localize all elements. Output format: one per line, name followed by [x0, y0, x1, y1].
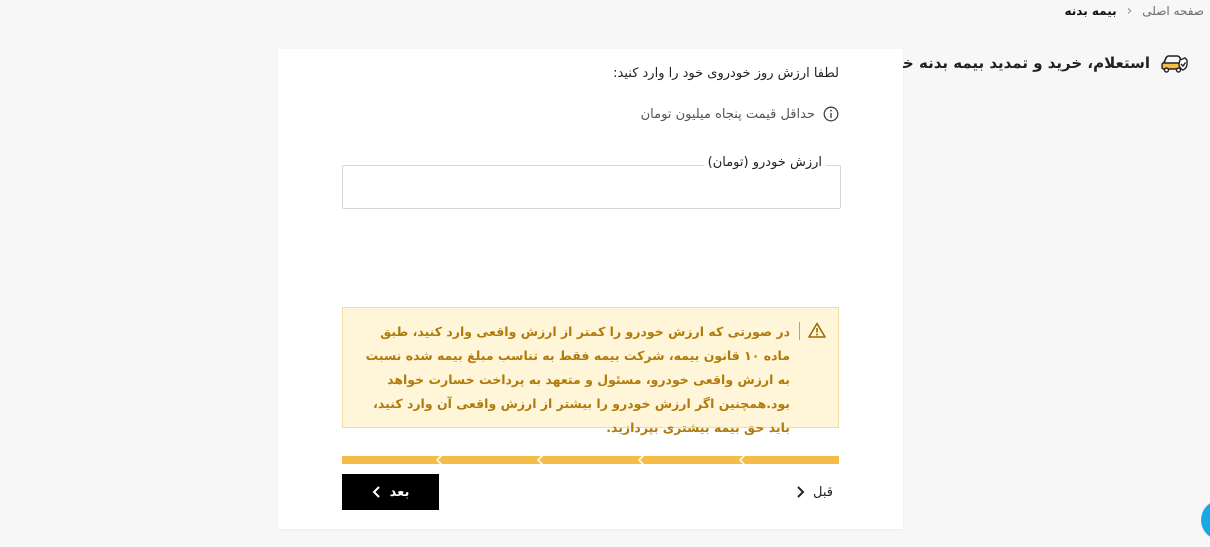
breadcrumb-separator-icon: ‹: [1126, 3, 1133, 19]
warning-text: در صورتی که ارزش خودرو را کمتر از ارزش و…: [365, 324, 790, 435]
form-hint: حداقل قیمت پنجاه میلیون تومان: [641, 106, 839, 122]
warning-box: در صورتی که ارزش خودرو را کمتر از ارزش و…: [342, 307, 839, 435]
breadcrumb-home-link[interactable]: صفحه اصلی: [1142, 4, 1204, 18]
car-value-input[interactable]: [343, 166, 840, 208]
warning-divider: [799, 322, 800, 340]
breadcrumb: صفحه اصلی ‹ بیمه بدنه: [1065, 4, 1205, 18]
prev-button[interactable]: قبل: [789, 481, 839, 503]
car-value-field: ارزش خودرو (تومان): [342, 155, 841, 209]
next-button[interactable]: بعد: [342, 474, 439, 510]
step-chevron-icon: [738, 454, 746, 466]
warning-icon: [808, 322, 826, 338]
support-chat-button[interactable]: [1201, 500, 1210, 540]
form-card: لطفا ارزش روز خودروی خود را وارد کنید: ح…: [278, 49, 903, 529]
page-title: استعلام، خرید و تمدید بیمه بدنه خودرو: [867, 54, 1150, 72]
chevron-left-icon: [372, 486, 380, 498]
prev-button-label: قبل: [813, 484, 833, 500]
page-header: استعلام، خرید و تمدید بیمه بدنه خودرو: [868, 52, 1188, 74]
form-prompt: لطفا ارزش روز خودروی خود را وارد کنید:: [613, 66, 839, 81]
info-icon: [823, 106, 839, 122]
step-chevron-icon: [435, 454, 443, 466]
car-value-label: ارزش خودرو (تومان): [703, 155, 826, 170]
breadcrumb-current: بیمه بدنه: [1064, 4, 1117, 18]
car-shield-icon: [1161, 55, 1188, 73]
step-chevron-icon: [536, 454, 544, 466]
hint-text: حداقل قیمت پنجاه میلیون تومان: [640, 106, 815, 122]
chevron-right-icon: [797, 486, 805, 498]
next-button-label: بعد: [389, 484, 410, 500]
step-chevron-icon: [637, 454, 645, 466]
step-progress-bar: [342, 454, 839, 466]
